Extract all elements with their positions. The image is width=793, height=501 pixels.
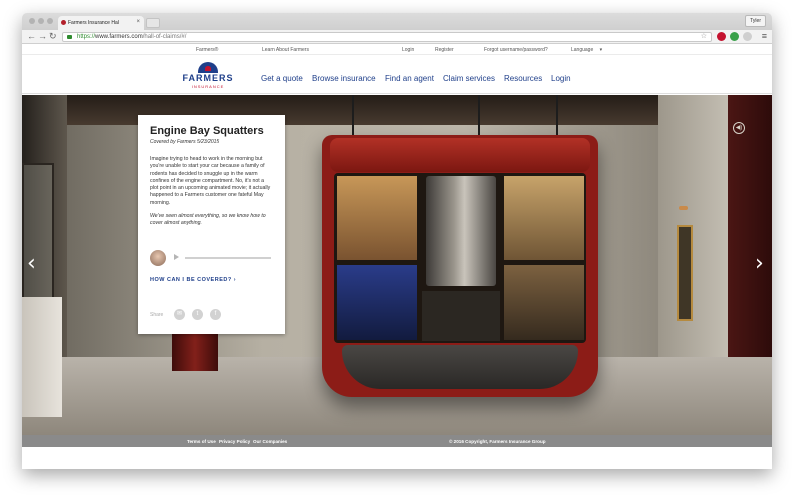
how-can-i-be-covered-link[interactable]: HOW CAN I BE COVERED? › [150, 277, 236, 283]
play-icon[interactable] [174, 254, 179, 260]
language-label: Language [571, 47, 594, 53]
language-selector[interactable]: Language ▾ [571, 47, 602, 53]
rodent-room-lower-left [337, 265, 417, 340]
bookmark-star-icon[interactable]: ☆ [701, 33, 707, 41]
engine-lower-block [422, 291, 500, 341]
profile-button[interactable]: Tyler [745, 15, 766, 27]
car-bumper [342, 345, 578, 389]
address-toolbar: ← → ↻ https://www.farmers.com/hall-of-cl… [22, 30, 772, 44]
claim-byline: Covered by Farmers 5/23/2015 [150, 139, 220, 145]
web-page: Farmers® Learn About Farmers Login Regis… [22, 44, 772, 469]
audio-player [150, 250, 274, 268]
logo-subtitle: INSURANCE [191, 84, 225, 89]
extension-icon-green[interactable] [730, 32, 739, 41]
back-button[interactable]: ← [27, 31, 36, 42]
utility-learn-link[interactable]: Learn About Farmers [262, 47, 309, 53]
minimize-window-button[interactable] [38, 18, 44, 24]
car-hood-frame [330, 138, 590, 172]
share-row: Share ✉ t f [150, 309, 274, 321]
nav-get-a-quote[interactable]: Get a quote [261, 74, 303, 83]
browser-menu-icon[interactable]: ≡ [762, 31, 767, 42]
farmers-favicon-icon [61, 20, 66, 25]
browser-window: Farmers Insurance Hal × Tyler ← → ↻ http… [22, 13, 772, 469]
hanging-car-exhibit [322, 135, 598, 397]
new-tab-button[interactable] [146, 18, 160, 28]
tab-farmers[interactable]: Farmers Insurance Hal × [58, 16, 144, 30]
claim-title: Engine Bay Squatters [150, 125, 264, 137]
reload-button[interactable]: ↻ [49, 31, 57, 42]
footer-privacy-link[interactable]: Privacy Policy [219, 439, 250, 444]
farmers-logo[interactable]: FARMERS INSURANCE [180, 62, 236, 90]
logo-wordmark: FARMERS [182, 73, 234, 83]
close-window-button[interactable] [29, 18, 35, 24]
claim-description: Imagine trying to head to work in the mo… [150, 156, 271, 206]
engine-block [426, 176, 496, 286]
page-footer: Terms of Use Privacy Policy Our Companie… [22, 435, 772, 447]
url-path: /hall-of-claims/#/ [142, 34, 187, 40]
nav-login[interactable]: Login [551, 74, 571, 83]
rodent-room-upper-right [504, 176, 584, 260]
maximize-window-button[interactable] [47, 18, 53, 24]
url-input[interactable]: https://www.farmers.com/hall-of-claims/#… [62, 32, 712, 42]
narrator-avatar [150, 250, 166, 266]
extension-icon-red[interactable] [717, 32, 726, 41]
chevron-down-icon: ▾ [599, 47, 603, 53]
hanging-cable [556, 95, 558, 137]
umbrella-logo-icon [198, 62, 218, 73]
hanging-cable [352, 95, 354, 137]
white-pedestal [22, 297, 62, 417]
main-navigation: FARMERS INSURANCE Get a quote Browse ins… [22, 55, 772, 94]
next-claim-arrow-icon[interactable]: › [755, 253, 764, 275]
nav-claim-services[interactable]: Claim services [443, 74, 495, 83]
lock-icon [67, 35, 72, 39]
rodent-room-upper-left [337, 176, 417, 260]
utility-brand-link[interactable]: Farmers® [196, 47, 218, 53]
hall-of-claims-scene: Engine Bay Squatters Covered by Farmers … [22, 95, 772, 435]
nav-resources[interactable]: Resources [504, 74, 542, 83]
forward-button[interactable]: → [38, 31, 47, 42]
utility-bar: Farmers® Learn About Farmers Login Regis… [22, 44, 772, 55]
footer-terms-link[interactable]: Terms of Use [187, 439, 216, 444]
sound-toggle-icon[interactable]: ◀) [733, 122, 745, 134]
claim-tagline: We've seen almost everything, so we know… [150, 213, 266, 227]
nav-find-an-agent[interactable]: Find an agent [385, 74, 434, 83]
extension-icon-gray[interactable] [743, 32, 752, 41]
url-scheme: https:// [77, 34, 96, 40]
utility-register-link[interactable]: Register [435, 47, 454, 53]
framed-painting [677, 225, 693, 321]
glass-display-case [22, 163, 54, 299]
tab-strip: Farmers Insurance Hal × Tyler [22, 13, 772, 30]
email-icon[interactable]: ✉ [174, 309, 185, 320]
utility-login-link[interactable]: Login [402, 47, 414, 53]
utility-forgot-link[interactable]: Forgot username/password? [484, 47, 548, 53]
engine-bay-diorama [334, 173, 586, 343]
facebook-icon[interactable]: f [210, 309, 221, 320]
twitter-icon[interactable]: t [192, 309, 203, 320]
share-label: Share [150, 312, 164, 318]
previous-claim-arrow-icon[interactable]: ‹ [27, 253, 36, 275]
claim-info-card: Engine Bay Squatters Covered by Farmers … [138, 115, 285, 334]
page-below-footer [22, 447, 772, 469]
url-host: www.farmers.com [95, 34, 143, 40]
close-tab-icon[interactable]: × [136, 19, 140, 25]
footer-companies-link[interactable]: Our Companies [253, 439, 287, 444]
footer-copyright: © 2016 Copyright, Farmers Insurance Grou… [449, 439, 546, 444]
audio-progress-track[interactable] [185, 257, 271, 259]
wall-sconce [679, 206, 688, 210]
tab-title: Farmers Insurance Hal [68, 20, 119, 26]
nav-browse-insurance[interactable]: Browse insurance [312, 74, 376, 83]
hanging-cable [478, 95, 480, 137]
rodent-room-lower-right [504, 265, 584, 340]
